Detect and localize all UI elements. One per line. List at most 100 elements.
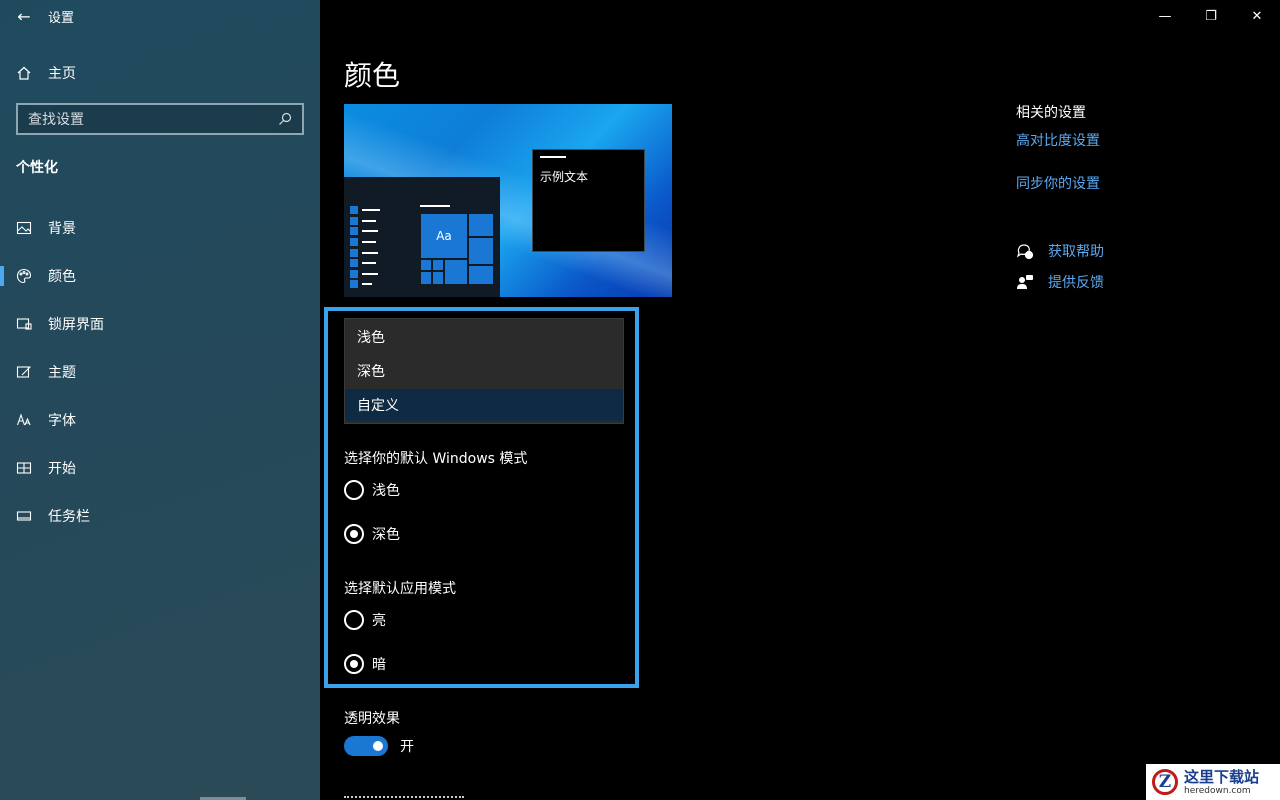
sidebar-item-label: 字体 [48,413,76,429]
sidebar-item-lock-screen[interactable]: 锁屏界面 [0,300,320,348]
minimize-icon: — [1158,8,1172,24]
minimize-button[interactable]: — [1142,0,1188,32]
color-mode-dropdown[interactable]: 浅色 深色 自定义 [344,318,624,424]
preview-tile [420,271,432,285]
preview-app-row [350,216,380,227]
preview-app-row [350,237,380,248]
feedback-row[interactable]: 提供反馈 [1016,266,1236,297]
app-mode-light-radio[interactable]: 亮 [344,610,386,630]
search-placeholder: 查找设置 [28,112,84,128]
get-help-row[interactable]: 获取帮助 [1016,235,1236,266]
home-icon [0,65,48,81]
sidebar-item-label: 锁屏界面 [48,317,104,333]
related-settings-heading: 相关的设置 [1016,105,1086,121]
restore-button[interactable]: ❐ [1188,0,1234,32]
window-controls: — ❐ ✕ [1142,0,1280,32]
preview-tile [468,213,494,237]
sidebar-item-taskbar[interactable]: 任务栏 [0,492,320,540]
sidebar-item-fonts[interactable]: 字体 [0,396,320,444]
preview-app-line [362,262,376,265]
sidebar-item-home[interactable]: 主页 [0,56,320,90]
transparency-toggle[interactable] [344,736,388,756]
preview-tile [420,259,432,271]
preview-tile [444,259,468,285]
get-help-link: 获取帮助 [1048,243,1104,260]
app-mode-dark-radio[interactable]: 暗 [344,654,386,674]
title-bar: ← 设置 [0,0,320,32]
feedback-link: 提供反馈 [1048,274,1104,291]
sidebar-item-label: 开始 [48,461,76,477]
preview-app-list [350,205,380,290]
help-chat-icon [1016,243,1034,259]
preview-app-square [350,227,358,236]
preview-tile [468,265,494,285]
preview-app-square [350,248,358,257]
taskbar-icon [0,508,48,524]
cut-off-heading [344,792,474,800]
preview-sample-text: 示例文本 [540,170,589,184]
windows-mode-light-radio[interactable]: 浅色 [344,480,400,500]
preview-app-line [362,251,378,254]
back-button[interactable]: ← [0,0,48,32]
sidebar-item-start[interactable]: 开始 [0,444,320,492]
preview-app-square [350,216,358,225]
sidebar-item-colors[interactable]: 颜色 [0,252,320,300]
preview-window: 示例文本 [532,149,645,252]
theme-preview: Aa 示例文本 [344,104,672,297]
preview-app-row [350,269,380,280]
radio-checked-icon [344,654,364,674]
preview-app-row [350,258,380,269]
preview-tile-label: Aa [436,229,452,243]
preview-app-square [350,259,358,268]
lock-screen-icon [0,316,48,332]
preview-app-line [362,219,376,222]
sidebar-nav: 背景 颜色 锁屏界面 主题 字体 开始 任务栏 [0,204,320,540]
toggle-state-label: 开 [400,739,414,755]
sidebar-item-background[interactable]: 背景 [0,204,320,252]
radio-checked-icon [344,524,364,544]
preview-app-row [350,279,380,290]
watermark: Z 这里下载站 heredown.com [1146,764,1280,800]
transparency-toggle-row: 开 [344,736,414,756]
feedback-icon [1017,274,1033,289]
restore-icon: ❐ [1205,8,1217,24]
sidebar-item-label: 任务栏 [48,509,90,525]
preview-app-square [350,280,358,289]
watermark-name: 这里下载站 [1184,767,1260,786]
windows-mode-dark-radio[interactable]: 深色 [344,524,400,544]
high-contrast-link[interactable]: 高对比度设置 [1016,130,1236,150]
sidebar-item-label: 主页 [48,66,76,82]
dropdown-option-custom[interactable]: 自定义 [345,389,623,421]
preview-app-row [350,205,380,216]
preview-app-square [350,238,358,247]
close-button[interactable]: ✕ [1234,0,1280,32]
sync-settings-link[interactable]: 同步你的设置 [1016,173,1236,193]
search-input[interactable]: 查找设置 [16,103,304,135]
theme-brush-icon [0,364,48,380]
section-title: 个性化 [16,160,58,176]
sidebar-item-label: 颜色 [48,269,76,285]
dropdown-option-light[interactable]: 浅色 [345,321,623,353]
radio-unchecked-icon [344,480,364,500]
preview-window-titlebar [540,156,566,158]
image-icon [0,220,48,236]
radio-label: 浅色 [372,483,400,499]
sidebar-item-label: 主题 [48,365,76,381]
preview-start-menu: Aa [344,177,500,297]
close-icon: ✕ [1251,8,1263,24]
back-arrow-icon: ← [17,6,31,26]
preview-app-line [362,230,378,233]
preview-tile [432,271,444,285]
preview-app-square [350,206,358,215]
page-title: 颜色 [344,59,401,92]
watermark-logo-letter: Z [1158,772,1172,792]
preview-app-line [362,241,376,244]
dropdown-option-dark[interactable]: 深色 [345,355,623,387]
radio-unchecked-icon [344,610,364,630]
sidebar: ← 设置 主页 查找设置 个性化 背景 颜色 锁屏界面 主题 字体 开始 任务栏 [0,0,320,800]
sidebar-item-themes[interactable]: 主题 [0,348,320,396]
radio-label: 亮 [372,613,386,629]
transparency-label: 透明效果 [344,711,400,727]
radio-label: 深色 [372,527,400,543]
related-settings-panel: 相关的设置 高对比度设置 同步你的设置 获取帮助 提供反馈 [1016,102,1236,297]
